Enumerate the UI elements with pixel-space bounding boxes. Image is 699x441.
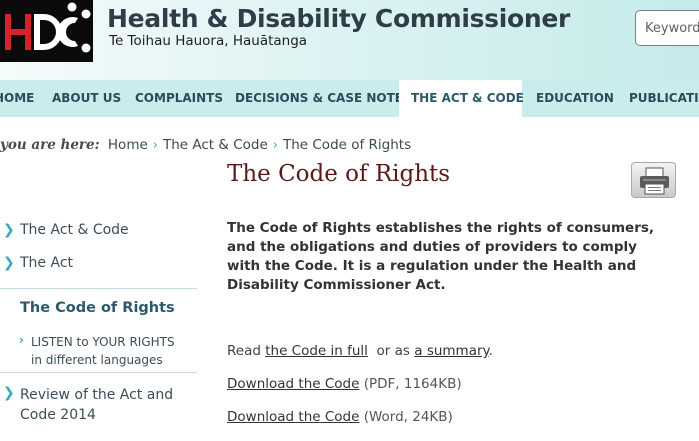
read-middle: or as	[376, 343, 410, 359]
sidebar-divider	[0, 288, 197, 289]
chevron-right-icon: ›	[19, 333, 24, 347]
sidebar-item-label: The Code of Rights	[20, 300, 175, 316]
sidebar-item-act-and-code[interactable]: ❯ The Act & Code	[0, 222, 197, 242]
sidebar-item-review-2014[interactable]: ❯ Review of the Act and Code 2014	[0, 385, 197, 425]
nav-about-us[interactable]: ABOUT US	[52, 80, 121, 117]
read-code-line: Read the Code in full or as a summary.	[227, 343, 493, 359]
hdc-logo-mark	[0, 0, 93, 62]
nav-home[interactable]: HOME	[0, 80, 34, 117]
breadcrumb: you are here: Home › The Act & Code › The Co…	[0, 137, 411, 155]
read-prefix: Read	[227, 343, 261, 359]
download-code-pdf-link[interactable]: Download the Code	[227, 376, 359, 392]
nav-education[interactable]: EDUCATION	[536, 80, 614, 117]
nav-act-and-code[interactable]: THE ACT & CODE	[399, 80, 524, 117]
site-title: Health & Disability Commissioner	[107, 4, 571, 33]
download-pdf-line: Download the Code (PDF, 1164KB)	[227, 376, 462, 392]
download-word-line: Download the Code (Word, 24KB)	[227, 409, 453, 425]
download-word-meta: (Word, 24KB)	[363, 409, 453, 425]
search-input[interactable]	[636, 11, 699, 45]
sidebar-item-label-line1: LISTEN to YOUR RIGHTS	[31, 335, 175, 349]
chevron-right-icon: ❯	[3, 255, 15, 271]
sidebar-item-code-of-rights[interactable]: The Code of Rights	[0, 300, 197, 322]
download-pdf-meta: (PDF, 1164KB)	[363, 376, 462, 392]
sidebar-item-label: The Act & Code	[20, 222, 129, 238]
read-suffix: .	[488, 343, 493, 359]
sidebar-divider	[0, 372, 197, 373]
site-header: Health & Disability Commissioner Te Toih…	[0, 0, 699, 80]
chevron-right-icon: ❯	[3, 385, 15, 401]
site-subtitle: Te Toihau Hauora, Hauātanga	[109, 33, 308, 49]
printer-icon	[640, 167, 669, 195]
print-button[interactable]	[631, 162, 676, 198]
sidebar-item-listen-to-your-rights[interactable]: › LISTEN to YOUR RIGHTS in different lang…	[0, 333, 197, 369]
code-in-full-link[interactable]: the Code in full	[265, 343, 368, 359]
sidebar-item-label: Review of the Act and Code 2014	[20, 387, 174, 423]
breadcrumb-current: The Code of Rights	[282, 137, 412, 153]
nav-decisions[interactable]: DECISIONS & CASE NOTES	[235, 80, 412, 117]
intro-paragraph: The Code of Rights establishes the right…	[227, 220, 655, 293]
nav-complaints[interactable]: COMPLAINTS	[135, 80, 223, 117]
breadcrumb-label: you are here:	[0, 137, 100, 153]
breadcrumb-home[interactable]: Home	[108, 137, 148, 153]
chevron-right-icon: ›	[152, 138, 158, 153]
sidebar-item-label-line2: in different languages	[31, 353, 163, 367]
search-box	[635, 10, 699, 46]
chevron-right-icon: ❯	[3, 222, 15, 238]
chevron-right-icon: ›	[272, 138, 278, 153]
download-code-word-link[interactable]: Download the Code	[227, 409, 359, 425]
main-nav: HOME ABOUT US COMPLAINTS DECISIONS & CAS…	[0, 80, 699, 117]
nav-publications[interactable]: PUBLICATIONS	[629, 80, 699, 117]
code-summary-link[interactable]: a summary	[414, 343, 488, 359]
sidebar-item-label: The Act	[20, 255, 74, 271]
sidebar-item-the-act[interactable]: ❯ The Act	[0, 255, 197, 275]
sidebar-item-label: LISTEN to YOUR RIGHTS in different langua…	[31, 333, 175, 369]
hdc-logo[interactable]	[0, 0, 93, 62]
breadcrumb-act-and-code[interactable]: The Act & Code	[163, 137, 268, 153]
page-title: The Code of Rights	[227, 161, 451, 187]
